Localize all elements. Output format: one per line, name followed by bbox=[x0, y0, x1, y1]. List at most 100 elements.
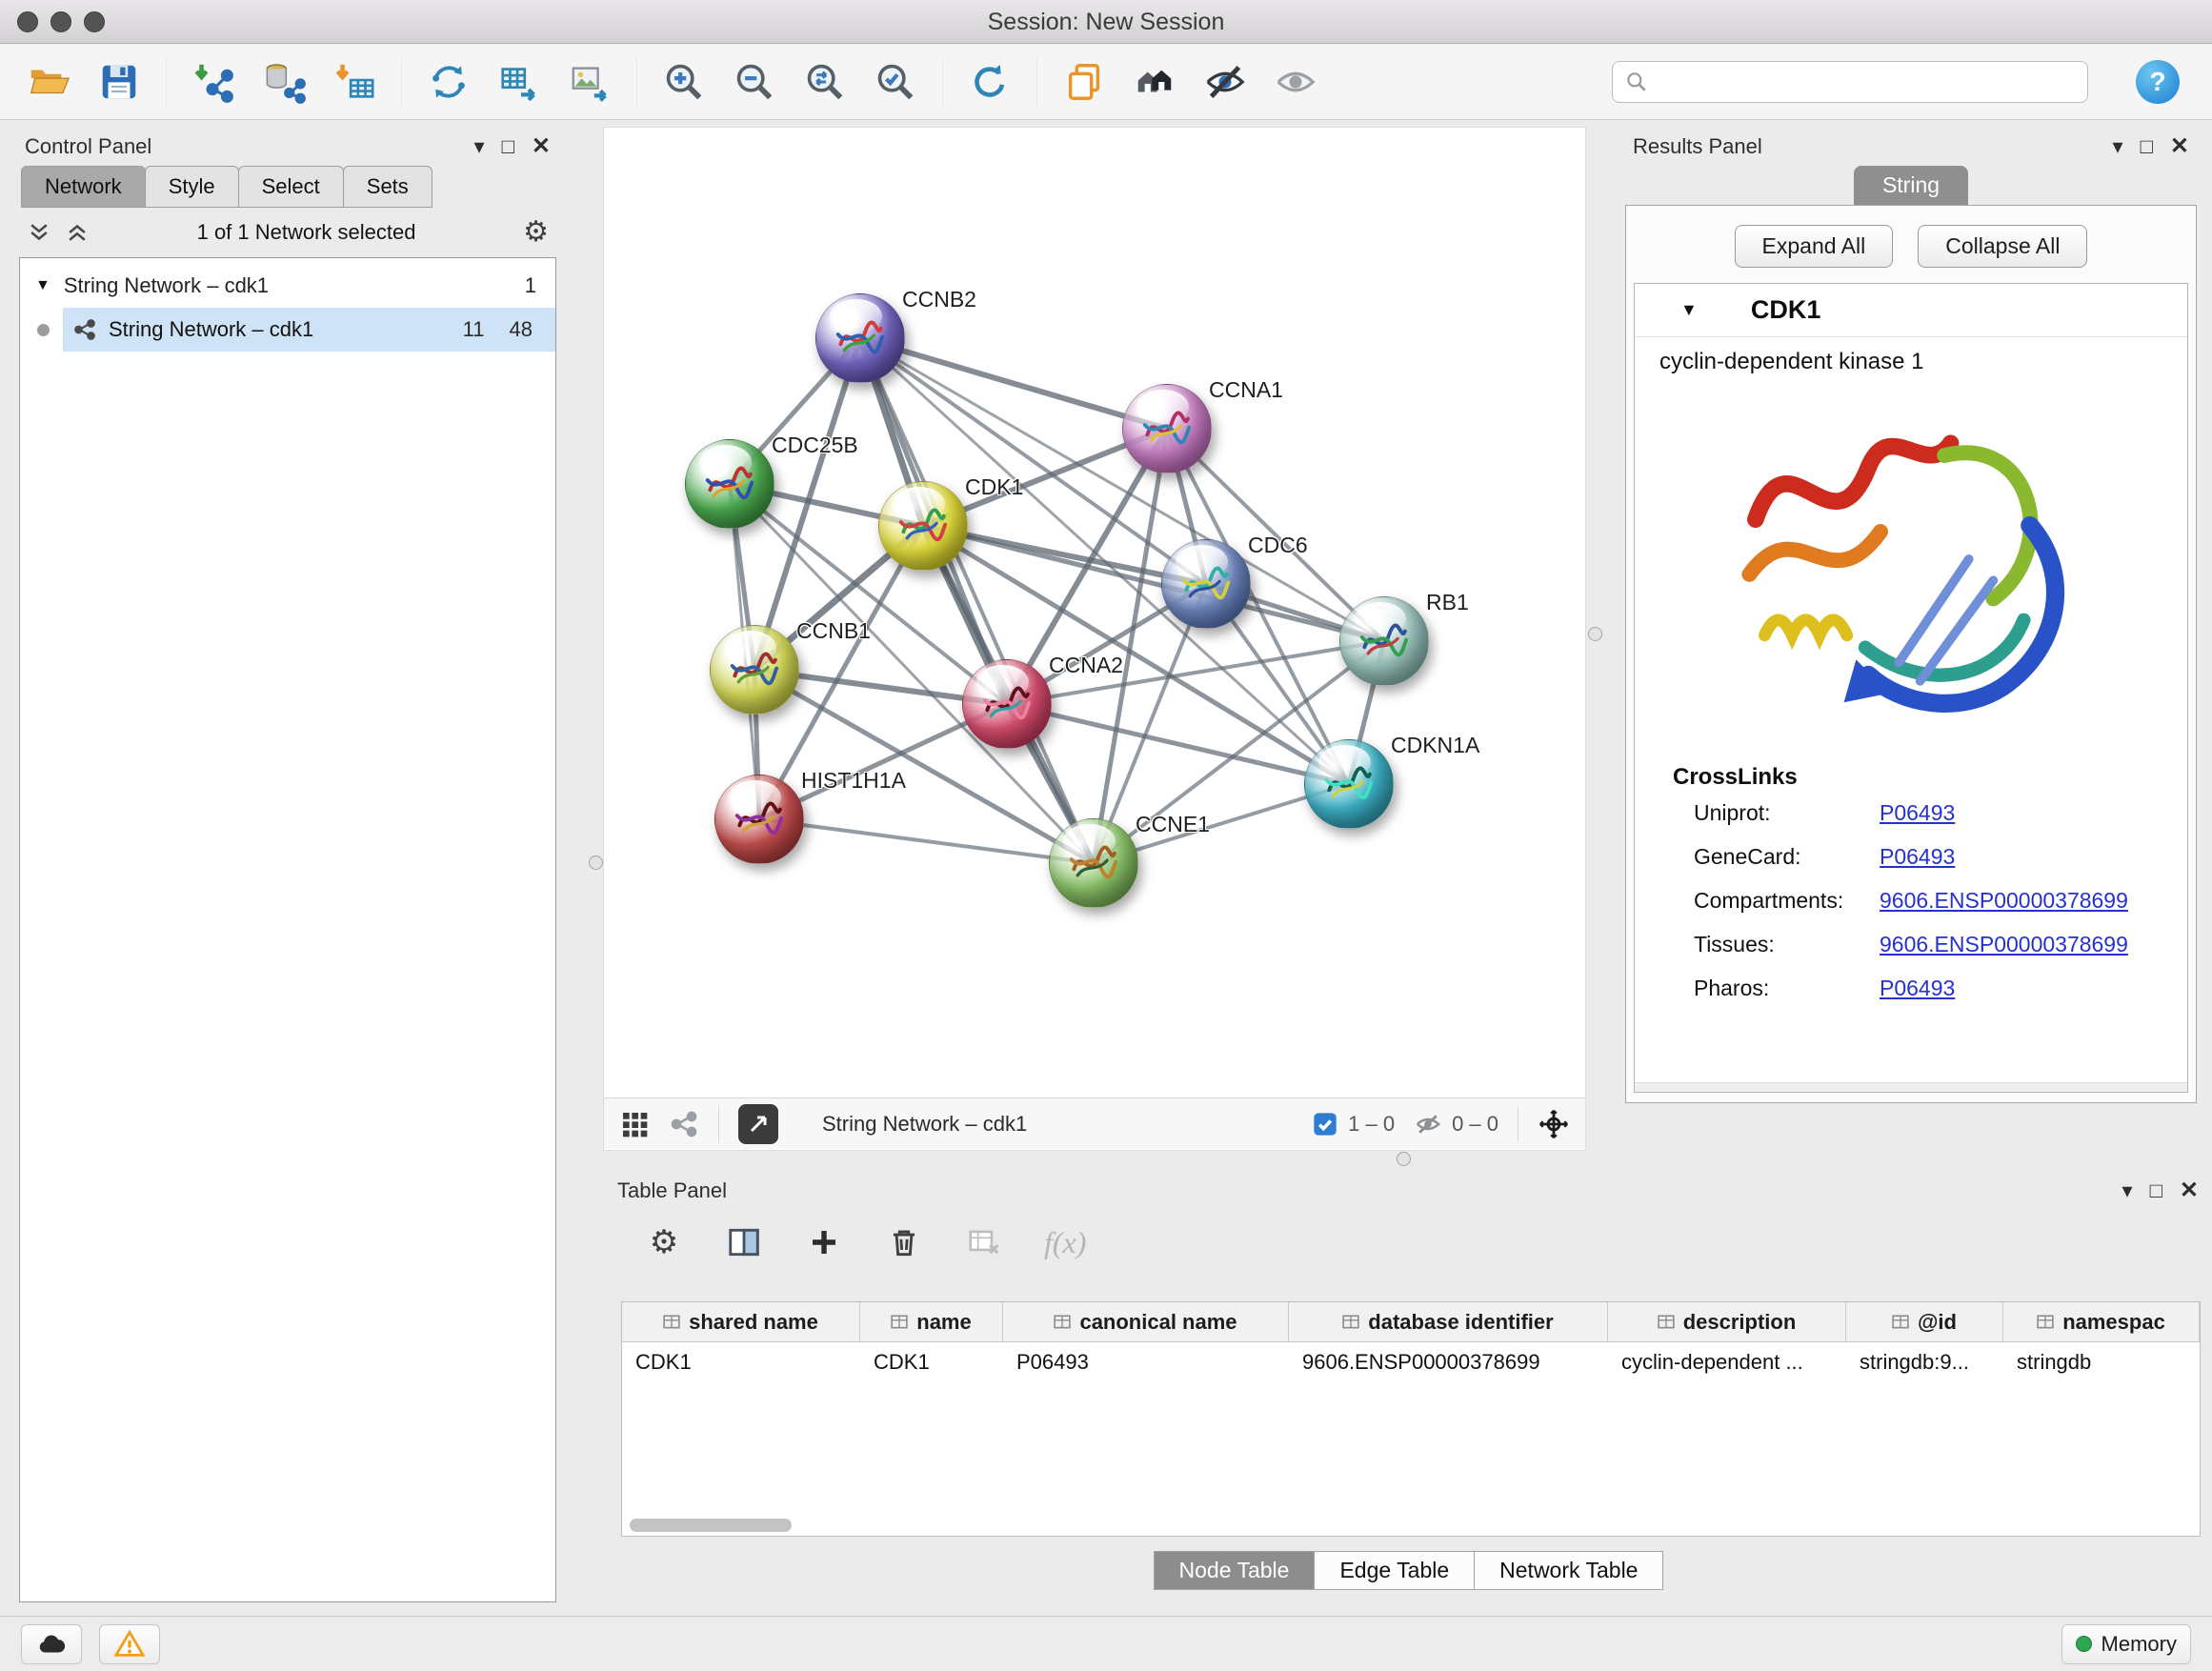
function-builder-button[interactable]: f(x) bbox=[1044, 1225, 1086, 1260]
collapse-all-button[interactable]: Collapse All bbox=[1918, 225, 2087, 268]
float-panel-icon[interactable]: □ bbox=[502, 136, 514, 157]
crosslink-value-link[interactable]: 9606.ENSP00000378699 bbox=[1880, 932, 2128, 957]
tab-network-table[interactable]: Network Table bbox=[1474, 1551, 1663, 1590]
copy-button[interactable] bbox=[1060, 57, 1108, 107]
float-panel-icon[interactable]: □ bbox=[2141, 136, 2153, 157]
hide-selected-button[interactable] bbox=[1201, 57, 1249, 107]
card-scrollbar-track[interactable] bbox=[1635, 1082, 2187, 1092]
home-button[interactable] bbox=[1131, 57, 1178, 107]
collapse-panel-icon[interactable]: ▾ bbox=[2122, 1180, 2133, 1201]
grid-view-icon[interactable] bbox=[619, 1109, 650, 1139]
network-node-rb1[interactable] bbox=[1339, 596, 1429, 686]
save-session-button[interactable] bbox=[95, 57, 143, 107]
network-node-hist1h1a[interactable] bbox=[714, 775, 804, 864]
import-table-from-file-button[interactable] bbox=[331, 57, 378, 107]
selected-checkbox-icon[interactable] bbox=[1312, 1111, 1338, 1137]
table-cell[interactable]: stringdb bbox=[2003, 1342, 2175, 1382]
network-node-ccne1[interactable] bbox=[1049, 818, 1138, 908]
table-cell[interactable]: P06493 bbox=[1003, 1342, 1289, 1382]
create-column-button[interactable] bbox=[804, 1222, 844, 1262]
expand-all-button[interactable]: Expand All bbox=[1735, 225, 1894, 268]
memory-button[interactable]: Memory bbox=[2061, 1624, 2191, 1664]
delete-columns-button[interactable] bbox=[884, 1222, 924, 1262]
network-edge[interactable] bbox=[860, 338, 1167, 429]
column-header-description[interactable]: description bbox=[1608, 1302, 1846, 1341]
column-header-database-identifier[interactable]: database identifier bbox=[1289, 1302, 1608, 1341]
export-network-button[interactable] bbox=[495, 57, 543, 107]
network-node-ccna1[interactable] bbox=[1122, 384, 1212, 473]
collapse-section-triangle-icon[interactable]: ▼ bbox=[1680, 300, 1698, 320]
collapse-all-icon[interactable] bbox=[65, 220, 90, 245]
column-header--id[interactable]: @id bbox=[1846, 1302, 2003, 1341]
delete-table-button-disabled[interactable] bbox=[964, 1222, 1004, 1262]
zoom-selected-button[interactable] bbox=[872, 57, 919, 107]
table-cell[interactable]: CDK1 bbox=[622, 1342, 860, 1382]
column-header-shared-name[interactable]: shared name bbox=[622, 1302, 860, 1341]
search-input[interactable] bbox=[1659, 70, 2076, 94]
table-cell[interactable]: stringdb:9... bbox=[1846, 1342, 2003, 1382]
help-button[interactable]: ? bbox=[2136, 60, 2180, 104]
tab-sets[interactable]: Sets bbox=[343, 166, 432, 208]
tab-string[interactable]: String bbox=[1854, 166, 1968, 205]
collapse-panel-icon[interactable]: ▾ bbox=[474, 136, 485, 157]
import-network-from-database-button[interactable] bbox=[260, 57, 308, 107]
network-edge[interactable] bbox=[1007, 704, 1349, 784]
tab-network[interactable]: Network bbox=[21, 166, 146, 208]
zoom-fit-button[interactable] bbox=[801, 57, 849, 107]
network-node-ccna2[interactable] bbox=[962, 659, 1052, 749]
network-node-ccnb1[interactable] bbox=[710, 625, 799, 715]
table-cell[interactable]: 9606.ENSP00000378699 bbox=[1289, 1342, 1608, 1382]
column-header-namespac[interactable]: namespac bbox=[2003, 1302, 2200, 1341]
import-network-from-file-button[interactable] bbox=[190, 57, 237, 107]
table-cell[interactable]: CDK1 bbox=[860, 1342, 1003, 1382]
zoom-in-button[interactable] bbox=[660, 57, 708, 107]
table-settings-button[interactable]: ⚙ bbox=[644, 1222, 684, 1262]
crosslink-value-link[interactable]: P06493 bbox=[1880, 976, 1955, 1001]
export-image-button[interactable] bbox=[566, 57, 613, 107]
expand-all-icon[interactable] bbox=[27, 220, 51, 245]
tree-expand-triangle-icon[interactable]: ▼ bbox=[35, 277, 50, 294]
scrollbar-thumb[interactable] bbox=[630, 1519, 792, 1532]
tab-select[interactable]: Select bbox=[238, 166, 344, 208]
tab-edge-table[interactable]: Edge Table bbox=[1314, 1551, 1475, 1590]
collapse-panel-icon[interactable]: ▾ bbox=[2113, 136, 2123, 157]
column-header-canonical-name[interactable]: canonical name bbox=[1003, 1302, 1289, 1341]
splitter-handle[interactable] bbox=[1397, 1152, 1411, 1166]
network-row-selected[interactable]: String Network – cdk1 11 48 bbox=[20, 308, 555, 352]
network-node-cdk1[interactable] bbox=[878, 481, 968, 571]
float-panel-icon[interactable]: □ bbox=[2150, 1180, 2162, 1201]
birdseye-view-button[interactable] bbox=[738, 1104, 778, 1144]
show-columns-button[interactable] bbox=[724, 1222, 764, 1262]
warnings-button[interactable] bbox=[99, 1624, 160, 1664]
splitter-handle[interactable] bbox=[1588, 627, 1602, 641]
zoom-out-button[interactable] bbox=[731, 57, 778, 107]
hidden-eye-slash-icon[interactable] bbox=[1414, 1110, 1442, 1138]
cloud-button[interactable] bbox=[21, 1624, 82, 1664]
tab-node-table[interactable]: Node Table bbox=[1154, 1551, 1316, 1590]
network-node-cdc25b[interactable] bbox=[685, 439, 774, 529]
refresh-network-view-button[interactable] bbox=[966, 57, 1014, 107]
crosslink-value-link[interactable]: 9606.ENSP00000378699 bbox=[1880, 888, 2128, 914]
network-canvas[interactable]: CCNB2 CCNA1 CDC25B CDK1 CDC6 RB1 bbox=[604, 128, 1585, 1097]
crosslink-value-link[interactable]: P06493 bbox=[1880, 800, 1955, 826]
network-share-icon[interactable] bbox=[669, 1109, 699, 1139]
crosslink-value-link[interactable]: P06493 bbox=[1880, 844, 1955, 870]
close-panel-icon[interactable]: ✕ bbox=[2170, 135, 2189, 158]
network-edge[interactable] bbox=[923, 526, 1384, 641]
search-box[interactable] bbox=[1612, 61, 2088, 103]
network-row-highlight[interactable]: String Network – cdk1 11 48 bbox=[63, 308, 555, 352]
table-row[interactable]: CDK1CDK1P064939606.ENSP00000378699cyclin… bbox=[622, 1342, 2200, 1382]
network-edge[interactable] bbox=[759, 819, 1094, 863]
close-panel-icon[interactable]: ✕ bbox=[532, 135, 551, 158]
table-cell[interactable]: cyclin-dependent ... bbox=[1608, 1342, 1846, 1382]
column-header-name[interactable]: name bbox=[860, 1302, 1003, 1341]
open-session-button[interactable] bbox=[25, 57, 72, 107]
network-collection-row[interactable]: ▼ String Network – cdk1 1 bbox=[20, 264, 555, 308]
splitter-handle[interactable] bbox=[589, 856, 603, 870]
network-options-gear-icon[interactable]: ⚙ bbox=[523, 218, 549, 247]
protein-card-header[interactable]: ▼ CDK1 bbox=[1635, 284, 2187, 337]
tab-style[interactable]: Style bbox=[145, 166, 239, 208]
network-node-cdkn1a[interactable] bbox=[1304, 739, 1394, 829]
horizontal-scrollbar[interactable] bbox=[630, 1519, 2192, 1532]
merge-networks-button[interactable] bbox=[425, 57, 473, 107]
